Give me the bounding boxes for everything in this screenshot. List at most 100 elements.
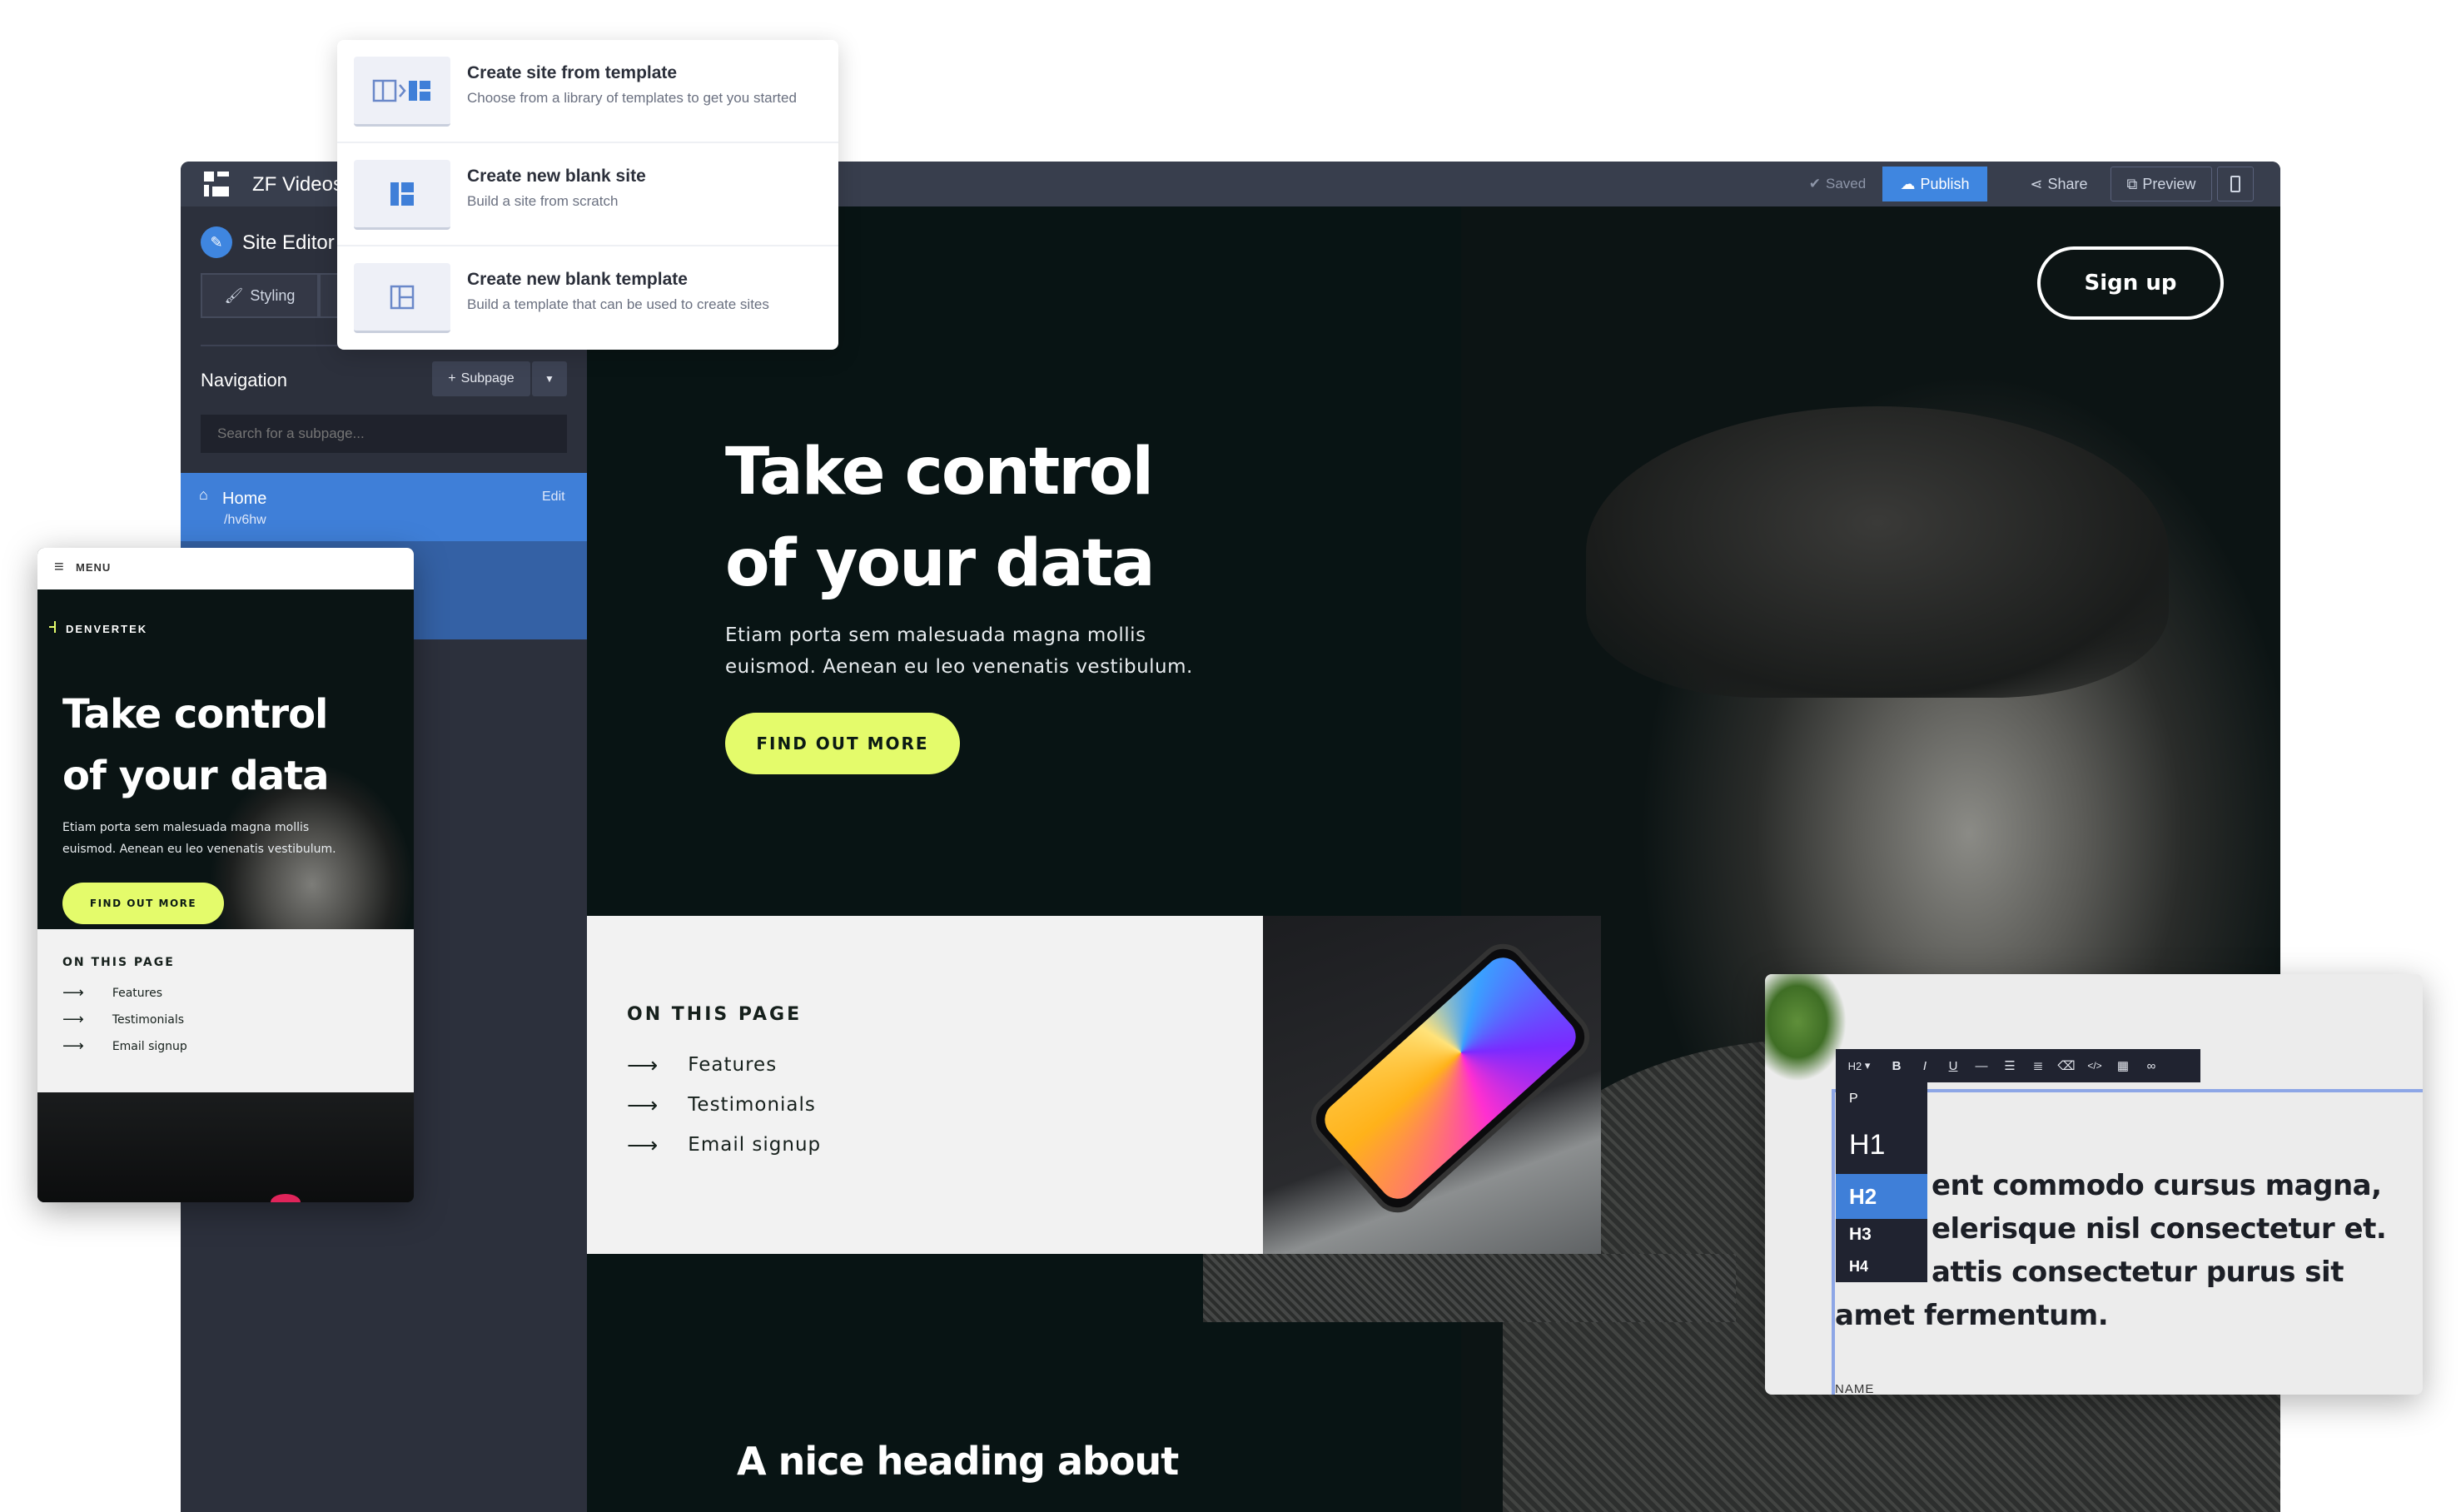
find-out-more-button[interactable]: FIND OUT MORE: [725, 713, 960, 774]
mobile-preview: ≡ MENU DENVERTEK Take control of your da…: [37, 548, 414, 1202]
add-subpage-button[interactable]: + Subpage: [432, 361, 530, 396]
format-toolbar: H2 ▾ B I U — ☰ ≣ ⌫ </> ▦ ∞: [1836, 1049, 2200, 1082]
menu-item-desc: Build a site from scratch: [467, 193, 619, 209]
denvertek-logo-icon: [49, 621, 61, 633]
name-field-label: NAME: [1835, 1382, 1875, 1395]
section-heading: A nice heading about: [737, 1439, 1179, 1484]
blank-template-icon: [354, 263, 450, 333]
mobile-menu-label[interactable]: MENU: [76, 561, 111, 574]
publish-button[interactable]: ☁ Publish: [1882, 167, 1987, 201]
heading-option-h4[interactable]: H4: [1836, 1251, 1927, 1282]
numbered-list-icon[interactable]: ≣: [2024, 1049, 2052, 1082]
mobile-find-out-more-button[interactable]: FIND OUT MORE: [62, 883, 224, 924]
mobile-heading-line1: Take control: [62, 691, 328, 738]
menu-item-desc: Choose from a library of templates to ge…: [467, 90, 797, 106]
chevron-down-icon: ▼: [544, 373, 554, 385]
underline-icon[interactable]: U: [1939, 1049, 1967, 1082]
hero-subtext-line2: euismod. Aenean eu leo venenatis vestibu…: [725, 656, 1193, 678]
block-format-select[interactable]: H2 ▾: [1836, 1049, 1882, 1082]
mobile-view-button[interactable]: [2217, 167, 2254, 201]
knit-texture-strip: [1203, 1254, 1736, 1322]
mobile-subtext-line1: Etiam porta sem malesuada magna mollis: [62, 821, 310, 834]
hero-heading-line1: Take control: [725, 435, 1154, 510]
heading-option-h3[interactable]: H3: [1836, 1219, 1927, 1251]
mobile-menu-bar: ≡ MENU: [37, 548, 414, 589]
create-site-menu: Create site from template Choose from a …: [337, 40, 838, 350]
menu-item-create-blank-site[interactable]: Create new blank site Build a site from …: [337, 143, 838, 246]
menu-item-title: Create new blank template: [467, 270, 688, 289]
zf-logo-icon: [202, 170, 231, 198]
tab-styling[interactable]: 🖌 Styling: [201, 273, 319, 318]
phone-photo: [1263, 916, 1601, 1254]
hamburger-icon[interactable]: ≡: [54, 558, 64, 577]
on-this-page-panel: ON THIS PAGE ⟶ Features ⟶ Testimonials ⟶…: [587, 916, 1263, 1254]
editor-left-border: [1832, 1089, 1835, 1395]
menu-item-title: Create site from template: [467, 63, 678, 82]
mobile-on-this-page-title: ON THIS PAGE: [62, 956, 175, 969]
subpage-search-input[interactable]: [201, 415, 567, 453]
plus-icon: +: [448, 371, 456, 385]
hero-heading-line2: of your data: [725, 526, 1156, 601]
heading-option-h2[interactable]: H2: [1836, 1174, 1927, 1219]
saved-status: ✔ Saved: [1808, 176, 1867, 191]
blank-site-icon: [354, 160, 450, 230]
mobile-link-email-signup[interactable]: ⟶ Email signup: [62, 1037, 187, 1055]
bullet-list-icon[interactable]: ☰: [1996, 1049, 2024, 1082]
mobile-on-this-page-panel: ON THIS PAGE ⟶ Features ⟶ Testimonials ⟶…: [37, 929, 414, 1092]
link-row-testimonials[interactable]: ⟶ Testimonials: [627, 1092, 816, 1117]
editor-body-line1[interactable]: ent commodo cursus magna,: [1932, 1169, 2382, 1202]
mobile-link-testimonials[interactable]: ⟶ Testimonials: [62, 1011, 184, 1028]
sidebar-title: Site Editor: [242, 231, 335, 254]
horizontal-rule-icon[interactable]: —: [1967, 1049, 1996, 1082]
template-icon: [354, 57, 450, 127]
arrow-right-icon: ⟶: [627, 1052, 659, 1077]
arrow-right-icon: ⟶: [62, 984, 84, 1001]
hero-subtext-line1: Etiam porta sem malesuada magna mollis: [725, 624, 1146, 646]
nav-item-path: /hv6hw: [224, 513, 266, 527]
hero-portrait-hair: [1586, 406, 2169, 698]
navigation-label: Navigation: [201, 370, 287, 390]
on-this-page-title: ON THIS PAGE: [627, 1004, 803, 1025]
code-icon[interactable]: </>: [2081, 1049, 2109, 1082]
italic-icon[interactable]: I: [1911, 1049, 1939, 1082]
heading-option-h1[interactable]: H1: [1836, 1116, 1927, 1174]
clear-format-icon[interactable]: ⌫: [2052, 1049, 2081, 1082]
share-icon: ⋖: [2030, 175, 2043, 192]
editor-body-line2[interactable]: elerisque nisl consectetur et.: [1932, 1212, 2387, 1246]
menu-item-create-blank-template[interactable]: Create new blank template Build a templa…: [337, 246, 838, 350]
mobile-icon: [2230, 176, 2240, 192]
mobile-brand: DENVERTEK: [66, 623, 148, 635]
nav-item-edit-link[interactable]: Edit: [542, 490, 565, 505]
menu-item-desc: Build a template that can be used to cre…: [467, 296, 769, 312]
signup-button[interactable]: Sign up: [2037, 246, 2224, 320]
nav-item-home[interactable]: ⌂ Home /hv6hw Edit: [181, 473, 587, 541]
preview-button[interactable]: ⧉ Preview: [2110, 167, 2212, 201]
editor-body-line3[interactable]: attis consectetur purus sit: [1932, 1256, 2344, 1289]
mobile-heading-line2: of your data: [62, 753, 329, 799]
mobile-subtext-line2: euismod. Aenean eu leo venenatis vestibu…: [62, 843, 336, 856]
app-name: ZF Videos: [252, 173, 343, 196]
heading-option-p[interactable]: P: [1836, 1082, 1927, 1116]
home-icon: ⌂: [199, 486, 208, 503]
arrow-right-icon: ⟶: [62, 1011, 84, 1027]
rich-text-editor-card: H2 ▾ B I U — ☰ ≣ ⌫ </> ▦ ∞ P H1 H2 H3 H4…: [1765, 974, 2423, 1395]
external-link-icon: ⧉: [2126, 175, 2138, 192]
arrow-right-icon: ⟶: [627, 1132, 659, 1157]
link-row-features[interactable]: ⟶ Features: [627, 1052, 777, 1077]
editor-body-line4[interactable]: amet fermentum.: [1835, 1299, 2109, 1332]
heading-dropdown: P H1 H2 H3 H4: [1836, 1082, 1927, 1282]
subpage-dropdown-button[interactable]: ▼: [532, 361, 567, 396]
link-row-email-signup[interactable]: ⟶ Email signup: [627, 1132, 821, 1157]
check-circle-icon: ✔: [1808, 176, 1822, 191]
phone-screen: [1317, 950, 1583, 1206]
table-icon[interactable]: ▦: [2109, 1049, 2137, 1082]
menu-item-create-from-template[interactable]: Create site from template Choose from a …: [337, 40, 838, 143]
mobile-link-features[interactable]: ⟶ Features: [62, 984, 162, 1002]
bold-icon[interactable]: B: [1882, 1049, 1911, 1082]
arrow-right-icon: ⟶: [62, 1037, 84, 1054]
cloud-upload-icon: ☁: [1900, 175, 1916, 192]
phone-device: [1300, 933, 1600, 1223]
share-button[interactable]: ⋖ Share: [2017, 167, 2101, 201]
link-icon[interactable]: ∞: [2137, 1049, 2165, 1082]
arrow-right-icon: ⟶: [627, 1092, 659, 1117]
